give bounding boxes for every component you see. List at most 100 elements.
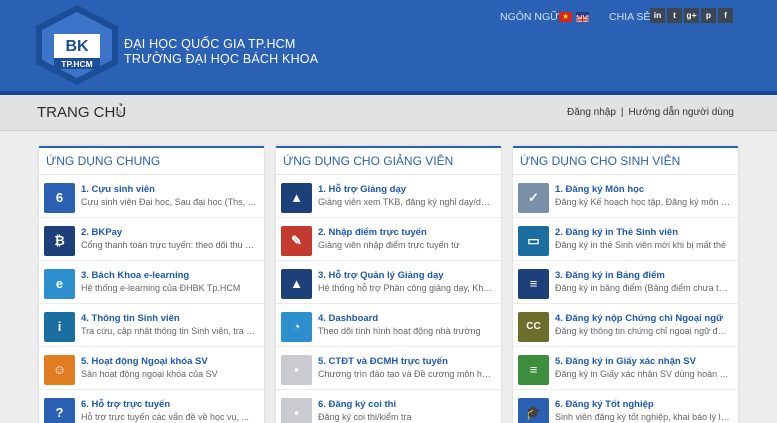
item-title[interactable]: 5. Đăng ký in Giấy xác nhận SV bbox=[555, 356, 696, 367]
panel-title: ỨNG DỤNG CHO GIẢNG VIÊN bbox=[276, 148, 501, 175]
list-item[interactable]: ≡ 5. Đăng ký in Giấy xác nhận SV Đăng ký… bbox=[513, 347, 738, 390]
page-title: TRANG CHỦ bbox=[37, 104, 127, 121]
link-separator: | bbox=[620, 107, 624, 118]
activity-icon: ☺ bbox=[44, 355, 75, 385]
list-item[interactable]: ▲ 1. Hỗ trợ Giảng dạy Giảng viên xem TKB… bbox=[276, 175, 501, 218]
bkpay-icon: ₿ bbox=[44, 226, 75, 256]
list-item[interactable]: ☺ 5. Hoạt động Ngoại khóa SV Sản hoạt độ… bbox=[39, 347, 264, 390]
item-description: Sản hoạt động ngoại khóa của SV bbox=[81, 369, 218, 379]
google-plus-icon[interactable]: g+ bbox=[684, 8, 699, 23]
item-title[interactable]: 6. Đăng ký Tốt nghiệp bbox=[555, 399, 654, 410]
item-title[interactable]: 2. BKPay bbox=[81, 227, 122, 238]
exam-proctor-icon: ▪ bbox=[281, 398, 312, 423]
logo-text-top: BK bbox=[65, 38, 89, 55]
teaching-management-icon: ▲ bbox=[281, 269, 312, 299]
list-item[interactable]: ▲ 3. Hỗ trợ Quản lý Giảng dạy Hệ thống h… bbox=[276, 261, 501, 304]
item-title[interactable]: 5. Hoạt động Ngoại khóa SV bbox=[81, 356, 208, 367]
item-description: Đăng ký thông tin chứng chỉ ngoại ngữ để… bbox=[555, 326, 731, 336]
item-title[interactable]: 2. Nhập điểm trực tuyến bbox=[318, 227, 427, 238]
item-description: Hỗ trợ trực tuyến các vấn đề về học vụ, … bbox=[81, 412, 249, 422]
school-name: TRƯỜNG ĐẠI HỌC BÁCH KHOA bbox=[124, 52, 319, 66]
list-item[interactable]: 6 1. Cựu sinh viên Cựu sinh viên Đại học… bbox=[39, 175, 264, 218]
facebook-icon[interactable]: f bbox=[718, 8, 733, 23]
panel-general-apps: ỨNG DỤNG CHUNG 6 1. Cựu sinh viên Cựu si… bbox=[39, 146, 264, 423]
curriculum-icon: ▪ bbox=[281, 355, 312, 385]
item-title[interactable]: 2. Đăng ký in Thẻ Sinh viên bbox=[555, 227, 678, 238]
panel-title: ỨNG DỤNG CHUNG bbox=[39, 148, 264, 175]
list-item[interactable]: ▪ 6. Đăng ký coi thi Đăng ký coi thi/kiể… bbox=[276, 390, 501, 423]
item-title[interactable]: 6. Đăng ký coi thi bbox=[318, 399, 396, 410]
item-description: Hệ thống hỗ trợ Phân công giảng dạy, Khố… bbox=[318, 283, 494, 293]
panel-student-apps: ỨNG DỤNG CHO SINH VIÊN ✓ 1. Đăng ký Môn … bbox=[513, 146, 738, 423]
list-item[interactable]: ▭ 2. Đăng ký in Thẻ Sinh viên Đăng ký in… bbox=[513, 218, 738, 261]
top-links: Đăng nhập | Hướng dẫn người dùng bbox=[567, 107, 734, 118]
dashboard-icon: ◔ bbox=[281, 312, 312, 342]
panel-lecturer-apps: ỨNG DỤNG CHO GIẢNG VIÊN ▲ 1. Hỗ trợ Giản… bbox=[276, 146, 501, 423]
list-item[interactable]: ▪ 5. CTĐT và ĐCMH trực tuyến Chương trìn… bbox=[276, 347, 501, 390]
item-title[interactable]: 1. Hỗ trợ Giảng dạy bbox=[318, 184, 406, 195]
elearning-icon: e bbox=[44, 269, 75, 299]
item-title[interactable]: 4. Dashboard bbox=[318, 313, 378, 324]
share-label: CHIA SẺ bbox=[609, 11, 651, 23]
list-item[interactable]: e 3. Bách Khoa e-learning Hệ thống e-lea… bbox=[39, 261, 264, 304]
item-description: Chương trìn đào tạo và Đề cương môn học … bbox=[318, 369, 494, 379]
list-item[interactable]: i 4. Thông tin Sinh viên Tra cứu, cập nh… bbox=[39, 304, 264, 347]
item-title[interactable]: 1. Cựu sinh viên bbox=[81, 184, 155, 195]
item-title[interactable]: 3. Đăng ký in Bảng điểm bbox=[555, 270, 665, 281]
list-item[interactable]: ✎ 2. Nhập điểm trực tuyến Giảng viên nhậ… bbox=[276, 218, 501, 261]
transcript-icon: ≡ bbox=[518, 269, 549, 299]
student-confirmation-icon: ≡ bbox=[518, 355, 549, 385]
item-description: Theo dõi tình hình hoạt động nhà trường bbox=[318, 326, 481, 336]
twitter-icon[interactable]: t bbox=[667, 8, 682, 23]
item-description: Đăng ký in thẻ Sinh viên mới khi bị mất … bbox=[555, 240, 726, 250]
bk-logo[interactable]: BK TP.HCM bbox=[34, 4, 120, 86]
student-card-icon: ▭ bbox=[518, 226, 549, 256]
item-description: Đăng ký coi thi/kiểm tra bbox=[318, 412, 412, 422]
item-description: Cổng thanh toán trực tuyến: theo dõi thu… bbox=[81, 240, 257, 250]
grade-entry-icon: ✎ bbox=[281, 226, 312, 256]
panel-title: ỨNG DỤNG CHO SINH VIÊN bbox=[513, 148, 738, 175]
alumni-icon: 6 bbox=[44, 183, 75, 213]
item-description: Cựu sinh viên Đại học, Sau đại học (Ths,… bbox=[81, 197, 257, 207]
pinterest-icon[interactable]: p bbox=[701, 8, 716, 23]
user-guide-link[interactable]: Hướng dẫn người dùng bbox=[629, 107, 734, 118]
logo-text-bottom: TP.HCM bbox=[61, 59, 93, 69]
login-link[interactable]: Đăng nhập bbox=[567, 107, 616, 118]
list-item[interactable]: 🎓 6. Đăng ký Tốt nghiệp Sinh viên đăng k… bbox=[513, 390, 738, 423]
student-info-icon: i bbox=[44, 312, 75, 342]
item-description: Hệ thống e-learning của ĐHBK Tp.HCM bbox=[81, 283, 241, 293]
list-item[interactable]: CC 4. Đăng ký nộp Chứng chỉ Ngoại ngữ Đă… bbox=[513, 304, 738, 347]
item-title[interactable]: 4. Thông tin Sinh viên bbox=[81, 313, 180, 324]
linkedin-icon[interactable]: in bbox=[650, 8, 665, 23]
list-item[interactable]: ≡ 3. Đăng ký in Bảng điểm Đăng ký in bản… bbox=[513, 261, 738, 304]
item-description: Tra cứu, cập nhật thông tin Sinh viên, t… bbox=[81, 326, 257, 336]
item-description: Đăng ký Kế hoạch học tập, Đăng ký môn họ… bbox=[555, 197, 731, 207]
teaching-support-icon: ▲ bbox=[281, 183, 312, 213]
online-support-icon: ? bbox=[44, 398, 75, 423]
list-item[interactable]: ? 6. Hỗ trợ trực tuyến Hỗ trợ trực tuyến… bbox=[39, 390, 264, 423]
item-title[interactable]: 5. CTĐT và ĐCMH trực tuyến bbox=[318, 356, 448, 367]
graduation-icon: 🎓 bbox=[518, 398, 549, 423]
list-item[interactable]: ◔ 4. Dashboard Theo dõi tình hình hoạt đ… bbox=[276, 304, 501, 347]
item-description: Giảng viên nhập điểm trực tuyến từ bbox=[318, 240, 460, 250]
item-description: Đăng ký in bảng điểm (Bảng điểm chưa tốt… bbox=[555, 283, 731, 293]
item-title[interactable]: 3. Hỗ trợ Quản lý Giảng dạy bbox=[318, 270, 444, 281]
language-label: NGÔN NGỮ bbox=[500, 11, 560, 23]
language-cert-icon: CC bbox=[518, 312, 549, 342]
item-description: Đăng ký in Giấy xác nhận SV dùng hoàn tấ… bbox=[555, 369, 731, 379]
item-description: Giảng viên xem TKB, đăng ký nghỉ dạy/dạy… bbox=[318, 197, 494, 207]
breadcrumb-chevron-icon: » bbox=[115, 104, 122, 119]
english-flag-icon[interactable] bbox=[576, 12, 589, 22]
item-title[interactable]: 1. Đăng ký Môn học bbox=[555, 184, 644, 195]
list-item[interactable]: ₿ 2. BKPay Cổng thanh toán trực tuyến: t… bbox=[39, 218, 264, 261]
item-description: Sinh viên đăng ký tốt nghiệp, khai báo l… bbox=[555, 412, 731, 422]
item-title[interactable]: 4. Đăng ký nộp Chứng chỉ Ngoại ngữ bbox=[555, 313, 723, 324]
breadcrumb: TRANG CHỦ » Đăng nhập | Hướng dẫn người dù… bbox=[0, 95, 777, 131]
university-name: ĐẠI HỌC QUỐC GIA TP.HCM bbox=[124, 37, 296, 51]
list-item[interactable]: ✓ 1. Đăng ký Môn học Đăng ký Kế hoạch họ… bbox=[513, 175, 738, 218]
site-header: BK TP.HCM ĐẠI HỌC QUỐC GIA TP.HCM TRƯỜNG… bbox=[0, 0, 777, 91]
course-registration-icon: ✓ bbox=[518, 183, 549, 213]
vietnamese-flag-icon[interactable]: ★ bbox=[559, 12, 572, 22]
item-title[interactable]: 3. Bách Khoa e-learning bbox=[81, 270, 189, 281]
item-title[interactable]: 6. Hỗ trợ trực tuyến bbox=[81, 399, 170, 410]
